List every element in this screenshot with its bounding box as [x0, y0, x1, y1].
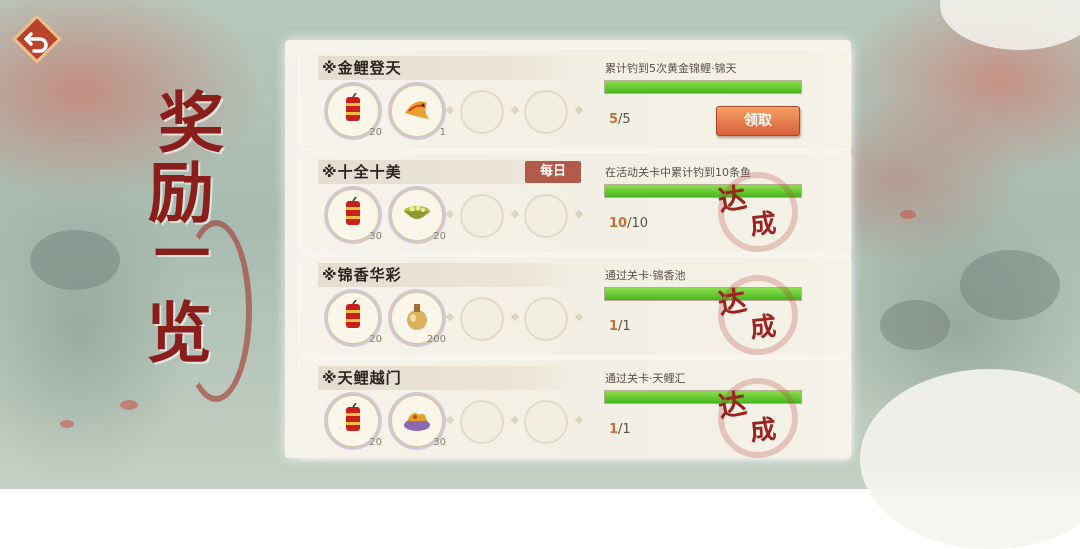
slot-separator [510, 312, 520, 322]
slot-separator [445, 105, 455, 115]
progress-current: 1 [609, 319, 619, 334]
back-arrow-icon [12, 14, 62, 64]
progress-total: /1 [618, 422, 631, 437]
empty-reward-slot [460, 297, 504, 341]
slot-separator [574, 209, 584, 219]
reward-count: 20 [369, 334, 382, 345]
progress-current: 5 [609, 112, 619, 127]
reward-count: 20 [433, 231, 446, 242]
slot-separator [510, 415, 520, 425]
reward-count: 20 [369, 437, 382, 448]
task-name: ※金鲤登天 [322, 59, 402, 77]
golden-koi-icon [405, 101, 429, 119]
reward-item[interactable]: 30 [326, 188, 382, 242]
reward-count: 30 [369, 231, 382, 242]
empty-reward-slot [460, 90, 504, 134]
task-row: ※十全十美 每日 30 20 在活动关卡中累计钓到10条鱼 10/10 达 成 [300, 154, 850, 252]
rock-decoration [30, 230, 120, 290]
progress-total: /5 [618, 112, 631, 127]
reward-item[interactable]: 20 [390, 188, 446, 242]
daily-badge: 每日 [525, 161, 581, 183]
progress-bar [604, 80, 802, 94]
progress-current: 10 [609, 216, 628, 231]
petal-decoration [60, 420, 74, 428]
progress-total: /10 [627, 216, 649, 231]
stamp-char: 成 [748, 311, 778, 345]
task-row: ※金鲤登天 20 1 累计钓到5次黄金锦鲤·锦天 5/5 领取 [300, 50, 850, 148]
slot-separator [574, 415, 584, 425]
rock-decoration [880, 300, 950, 350]
back-button[interactable] [12, 14, 62, 64]
task-description: 累计钓到5次黄金锦鲤·锦天 [605, 62, 737, 75]
title-char: 一 [154, 222, 210, 288]
progress-current: 1 [609, 422, 619, 437]
reward-item[interactable]: 1 [390, 84, 446, 138]
task-row: ※天鲤越门 20 30 通过关卡·天鲤汇 1/1 达 成 [300, 360, 850, 458]
empty-reward-slot [460, 400, 504, 444]
completed-stamp: 达 成 [710, 374, 800, 458]
task-name: ※锦香华彩 [322, 266, 402, 284]
title-char: 览 [146, 294, 212, 372]
task-row: ※锦香华彩 20 200 通过关卡·锦香池 1/1 达 成 [300, 257, 850, 355]
firecracker-icon [346, 197, 360, 225]
firecracker-icon [346, 300, 360, 328]
page-title: 奖 励 一 览 [140, 70, 252, 402]
rock-decoration [960, 250, 1060, 320]
reward-count: 1 [439, 127, 446, 138]
empty-reward-slot [524, 194, 568, 238]
progress-text: 1/1 [609, 422, 631, 437]
task-description: 通过关卡·锦香池 [605, 269, 686, 282]
firecracker-icon [346, 403, 360, 431]
jade-bowl-icon [404, 205, 430, 219]
empty-reward-slot [524, 90, 568, 134]
reward-count: 20 [369, 127, 382, 138]
progress-text: 5/5 [609, 112, 631, 127]
reward-item[interactable]: 20 [326, 84, 382, 138]
slot-separator [574, 105, 584, 115]
reward-item[interactable]: 200 [390, 291, 446, 345]
gourd-bottle-icon [407, 304, 427, 330]
petal-decoration [120, 400, 138, 410]
slot-separator [574, 312, 584, 322]
empty-reward-slot [460, 194, 504, 238]
claim-button[interactable]: 领取 [716, 106, 800, 136]
progress-fill [605, 81, 801, 93]
stamp-char: 成 [748, 414, 778, 448]
stamp-char: 成 [748, 208, 778, 242]
completed-stamp: 达 成 [710, 168, 800, 252]
reward-count: 30 [433, 437, 446, 448]
slot-separator [445, 415, 455, 425]
slot-separator [510, 105, 520, 115]
progress-text: 1/1 [609, 319, 631, 334]
reward-item[interactable]: 20 [326, 394, 382, 448]
task-name: ※天鲤越门 [322, 369, 402, 387]
petal-decoration [900, 210, 916, 219]
task-description: 通过关卡·天鲤汇 [605, 372, 686, 385]
firecracker-icon [346, 93, 360, 121]
slot-separator [510, 209, 520, 219]
reward-item[interactable]: 30 [390, 394, 446, 448]
progress-text: 10/10 [609, 216, 648, 231]
reward-item[interactable]: 20 [326, 291, 382, 345]
slot-separator [445, 312, 455, 322]
reward-count: 200 [426, 334, 446, 345]
slot-separator [445, 209, 455, 219]
progress-total: /1 [618, 319, 631, 334]
empty-reward-slot [524, 297, 568, 341]
completed-stamp: 达 成 [710, 271, 800, 355]
task-name: ※十全十美 [322, 163, 402, 181]
empty-reward-slot [524, 400, 568, 444]
fried-dish-icon [404, 413, 430, 431]
